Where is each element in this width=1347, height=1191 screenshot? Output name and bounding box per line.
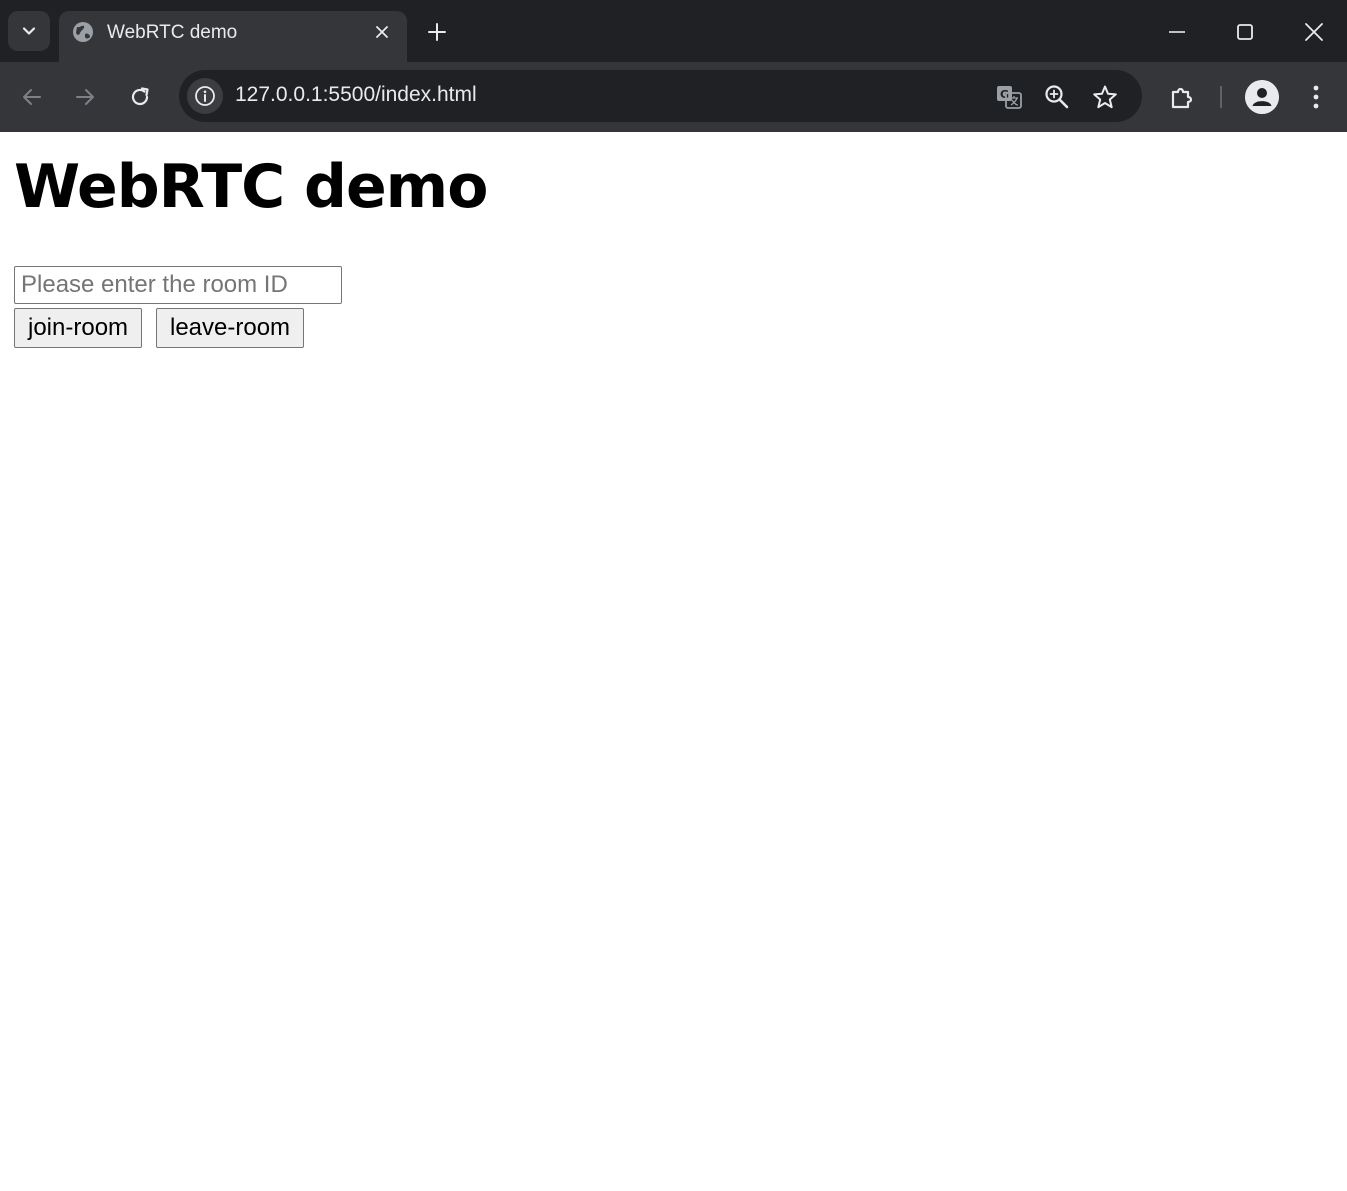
zoom-button[interactable] <box>1041 81 1073 113</box>
profile-button[interactable] <box>1245 80 1279 114</box>
maximize-icon <box>1237 24 1253 40</box>
globe-icon <box>73 22 93 42</box>
puzzle-icon <box>1171 87 1193 109</box>
star-icon <box>1093 85 1117 109</box>
extensions-button[interactable] <box>1162 77 1202 117</box>
chevron-down-icon <box>22 27 36 35</box>
translate-icon: G <box>997 86 1022 109</box>
svg-text:G: G <box>1000 88 1009 101</box>
reload-icon <box>131 87 149 106</box>
new-tab-button[interactable] <box>423 18 451 46</box>
close-icon <box>1305 23 1323 41</box>
avatar-icon <box>1245 80 1279 114</box>
tab-title: WebRTC demo <box>107 22 238 43</box>
close-window-button[interactable] <box>1294 12 1334 52</box>
minimize-button[interactable] <box>1157 12 1197 52</box>
active-tab[interactable]: WebRTC demo <box>59 11 407 62</box>
browser-toolbar: 127.0.0.1:5500/index.html G <box>0 62 1347 132</box>
browser-menu-button[interactable] <box>1296 77 1336 117</box>
page-title: WebRTC demo <box>14 152 488 222</box>
kebab-menu-icon <box>1313 85 1319 109</box>
tab-search-button[interactable] <box>8 11 50 51</box>
address-bar[interactable]: 127.0.0.1:5500/index.html G <box>179 70 1142 122</box>
page-content: WebRTC demo join-room leave-room <box>0 132 1347 1191</box>
forward-button[interactable] <box>65 77 105 117</box>
close-icon <box>376 26 388 38</box>
tab-strip: WebRTC demo <box>0 0 1347 62</box>
leave-room-button[interactable]: leave-room <box>156 308 305 348</box>
maximize-button[interactable] <box>1225 12 1265 52</box>
bookmark-button[interactable] <box>1089 81 1121 113</box>
room-id-input[interactable] <box>14 266 342 304</box>
back-button[interactable] <box>12 77 52 117</box>
zoom-icon <box>1045 85 1069 109</box>
minimize-icon <box>1169 31 1185 33</box>
arrow-left-icon <box>23 89 41 105</box>
arrow-right-icon <box>76 89 94 105</box>
tab-close-button[interactable] <box>371 21 393 43</box>
reload-button[interactable] <box>120 77 160 117</box>
site-info-button[interactable] <box>187 78 223 114</box>
url-text[interactable]: 127.0.0.1:5500/index.html <box>235 83 477 107</box>
join-room-button[interactable]: join-room <box>14 308 143 348</box>
toolbar-divider <box>1220 86 1222 108</box>
plus-icon <box>428 23 446 41</box>
translate-button[interactable]: G <box>993 81 1025 113</box>
info-icon <box>195 86 215 106</box>
